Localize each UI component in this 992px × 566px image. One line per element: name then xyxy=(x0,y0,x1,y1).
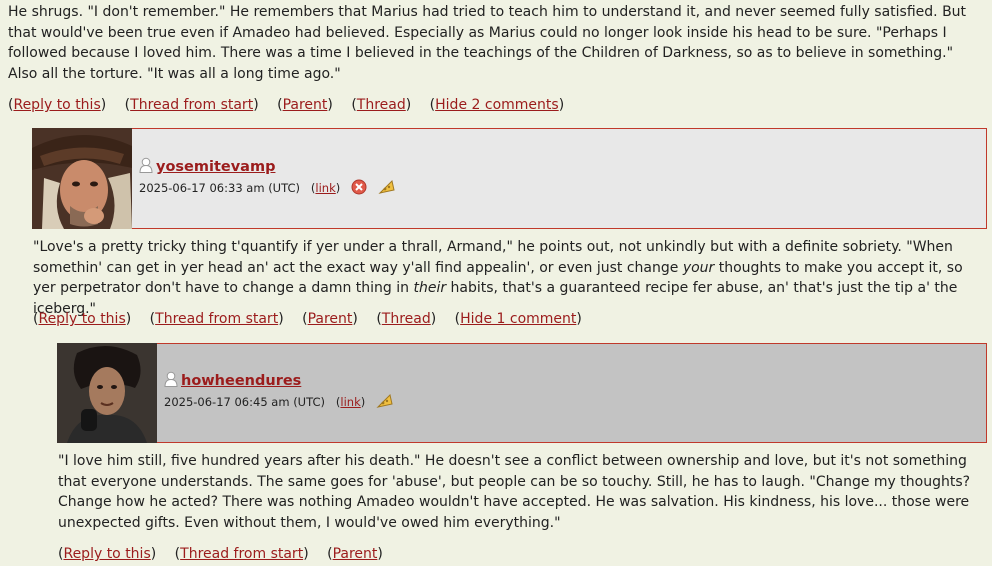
comment-meta: 2025-06-17 06:33 am (UTC) (link) xyxy=(139,178,396,199)
thread-link[interactable]: Thread xyxy=(357,97,406,113)
avatar[interactable] xyxy=(32,128,132,229)
screen-icon[interactable] xyxy=(378,178,396,199)
hide-comments-link[interactable]: Hide 2 comments xyxy=(435,97,559,113)
comment-link[interactable]: link xyxy=(315,181,335,195)
parent-link[interactable]: Parent xyxy=(308,311,353,327)
username: howheendures xyxy=(164,371,301,391)
user-icon[interactable] xyxy=(164,371,178,391)
reply-link[interactable]: Reply to this xyxy=(13,97,100,113)
timestamp: 2025-06-17 06:45 am (UTC) xyxy=(164,395,325,409)
parent-link[interactable]: Parent xyxy=(333,546,378,562)
comment-links: (Reply to this) (Thread from start) (Par… xyxy=(33,311,582,327)
thread-link[interactable]: Thread xyxy=(382,311,431,327)
hide-comments-link[interactable]: Hide 1 comment xyxy=(460,311,576,327)
comment-meta: 2025-06-17 06:45 am (UTC) (link) xyxy=(164,392,394,413)
thread-from-start-link[interactable]: Thread from start xyxy=(180,546,303,562)
parent-link[interactable]: Parent xyxy=(283,97,328,113)
reply-link[interactable]: Reply to this xyxy=(63,546,150,562)
comment-link[interactable]: link xyxy=(340,395,360,409)
timestamp: 2025-06-17 06:33 am (UTC) xyxy=(139,181,300,195)
thread-from-start-link[interactable]: Thread from start xyxy=(155,311,278,327)
top-comment-text: He shrugs. "I don't remember." He rememb… xyxy=(8,4,967,82)
username-link[interactable]: yosemitevamp xyxy=(156,159,275,175)
reply-link[interactable]: Reply to this xyxy=(38,311,125,327)
comment-links: (Reply to this) (Thread from start) (Par… xyxy=(58,546,383,562)
comment-text: "Love's a pretty tricky thing t'quantify… xyxy=(33,239,963,317)
user-icon[interactable] xyxy=(139,157,153,177)
username: yosemitevamp xyxy=(139,157,275,177)
comment-text: "I love him still, five hundred years af… xyxy=(58,453,971,531)
avatar[interactable] xyxy=(57,343,157,443)
username-link[interactable]: howheendures xyxy=(181,373,301,389)
delete-icon[interactable] xyxy=(351,179,367,198)
thread-from-start-link[interactable]: Thread from start xyxy=(130,97,253,113)
top-comment-links: (Reply to this) (Thread from start) (Par… xyxy=(8,97,565,113)
screen-icon[interactable] xyxy=(376,392,394,413)
